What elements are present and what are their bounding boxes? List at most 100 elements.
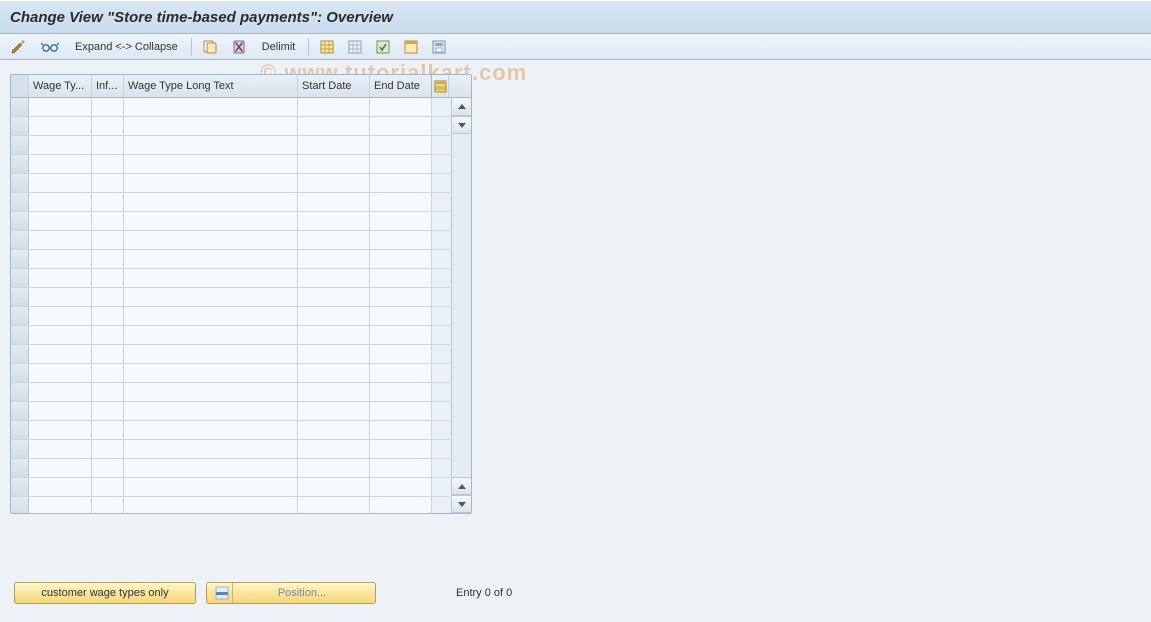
cell-wage-type-long-text[interactable]: [124, 193, 298, 211]
cell-start-date[interactable]: [298, 478, 370, 496]
cell-start-date[interactable]: [298, 250, 370, 268]
delimit-button[interactable]: Delimit: [255, 37, 303, 57]
cell-infotype[interactable]: [92, 98, 124, 116]
cell-wage-type[interactable]: [29, 288, 92, 306]
cell-start-date[interactable]: [298, 288, 370, 306]
cell-infotype[interactable]: [92, 440, 124, 458]
cell-wage-type-long-text[interactable]: [124, 459, 298, 477]
cell-infotype[interactable]: [92, 174, 124, 192]
cell-wage-type-long-text[interactable]: [124, 250, 298, 268]
cell-wage-type[interactable]: [29, 136, 92, 154]
cell-infotype[interactable]: [92, 212, 124, 230]
cell-wage-type[interactable]: [29, 155, 92, 173]
scroll-down-page-button[interactable]: [452, 495, 471, 513]
cell-infotype[interactable]: [92, 307, 124, 325]
cell-start-date[interactable]: [298, 136, 370, 154]
cell-start-date[interactable]: [298, 326, 370, 344]
cell-wage-type[interactable]: [29, 307, 92, 325]
cell-wage-type[interactable]: [29, 345, 92, 363]
col-header-start-date[interactable]: Start Date: [298, 75, 370, 97]
row-selector[interactable]: [11, 478, 29, 496]
cell-wage-type[interactable]: [29, 250, 92, 268]
other-view-button[interactable]: [36, 37, 64, 57]
cell-end-date[interactable]: [370, 250, 432, 268]
cell-end-date[interactable]: [370, 421, 432, 439]
row-selector[interactable]: [11, 421, 29, 439]
cell-end-date[interactable]: [370, 459, 432, 477]
cell-end-date[interactable]: [370, 383, 432, 401]
cell-infotype[interactable]: [92, 459, 124, 477]
row-selector[interactable]: [11, 98, 29, 116]
cell-wage-type-long-text[interactable]: [124, 174, 298, 192]
cell-infotype[interactable]: [92, 269, 124, 287]
position-button[interactable]: Position...: [206, 582, 376, 604]
cell-end-date[interactable]: [370, 193, 432, 211]
cell-wage-type[interactable]: [29, 402, 92, 420]
select-all-column-header[interactable]: [11, 75, 29, 97]
cell-end-date[interactable]: [370, 269, 432, 287]
cell-wage-type-long-text[interactable]: [124, 136, 298, 154]
action-button-2[interactable]: [399, 37, 423, 57]
cell-start-date[interactable]: [298, 345, 370, 363]
scroll-up-page-button[interactable]: [452, 477, 471, 495]
cell-start-date[interactable]: [298, 459, 370, 477]
scroll-down-button[interactable]: [452, 116, 471, 134]
cell-wage-type-long-text[interactable]: [124, 497, 298, 513]
cell-wage-type[interactable]: [29, 193, 92, 211]
cell-start-date[interactable]: [298, 421, 370, 439]
cell-wage-type[interactable]: [29, 231, 92, 249]
cell-infotype[interactable]: [92, 250, 124, 268]
expand-collapse-button[interactable]: Expand <-> Collapse: [68, 37, 185, 57]
row-selector[interactable]: [11, 326, 29, 344]
cell-wage-type-long-text[interactable]: [124, 231, 298, 249]
row-selector[interactable]: [11, 117, 29, 135]
cell-end-date[interactable]: [370, 136, 432, 154]
cell-wage-type-long-text[interactable]: [124, 383, 298, 401]
row-selector[interactable]: [11, 174, 29, 192]
cell-end-date[interactable]: [370, 98, 432, 116]
cell-wage-type[interactable]: [29, 98, 92, 116]
cell-end-date[interactable]: [370, 440, 432, 458]
cell-start-date[interactable]: [298, 212, 370, 230]
row-selector[interactable]: [11, 307, 29, 325]
cell-start-date[interactable]: [298, 231, 370, 249]
cell-wage-type[interactable]: [29, 497, 92, 513]
cell-infotype[interactable]: [92, 136, 124, 154]
cell-end-date[interactable]: [370, 364, 432, 382]
row-selector[interactable]: [11, 136, 29, 154]
cell-start-date[interactable]: [298, 117, 370, 135]
table-config-button[interactable]: [432, 75, 449, 97]
row-selector[interactable]: [11, 497, 29, 513]
cell-wage-type[interactable]: [29, 459, 92, 477]
cell-wage-type-long-text[interactable]: [124, 288, 298, 306]
cell-wage-type[interactable]: [29, 421, 92, 439]
cell-end-date[interactable]: [370, 307, 432, 325]
cell-start-date[interactable]: [298, 402, 370, 420]
cell-wage-type-long-text[interactable]: [124, 269, 298, 287]
row-selector[interactable]: [11, 269, 29, 287]
cell-wage-type[interactable]: [29, 212, 92, 230]
cell-infotype[interactable]: [92, 288, 124, 306]
row-selector[interactable]: [11, 345, 29, 363]
scroll-track[interactable]: [452, 134, 471, 477]
cell-end-date[interactable]: [370, 478, 432, 496]
cell-end-date[interactable]: [370, 326, 432, 344]
cell-infotype[interactable]: [92, 421, 124, 439]
cell-wage-type-long-text[interactable]: [124, 402, 298, 420]
row-selector[interactable]: [11, 250, 29, 268]
cell-start-date[interactable]: [298, 155, 370, 173]
cell-infotype[interactable]: [92, 155, 124, 173]
cell-infotype[interactable]: [92, 364, 124, 382]
cell-wage-type-long-text[interactable]: [124, 117, 298, 135]
cell-infotype[interactable]: [92, 478, 124, 496]
cell-wage-type-long-text[interactable]: [124, 478, 298, 496]
cell-end-date[interactable]: [370, 117, 432, 135]
cell-start-date[interactable]: [298, 383, 370, 401]
col-header-infotype[interactable]: Inf...: [92, 75, 124, 97]
cell-wage-type[interactable]: [29, 326, 92, 344]
toggle-display-change-button[interactable]: [6, 37, 32, 57]
cell-end-date[interactable]: [370, 212, 432, 230]
cell-wage-type-long-text[interactable]: [124, 155, 298, 173]
cell-wage-type-long-text[interactable]: [124, 326, 298, 344]
cell-end-date[interactable]: [370, 155, 432, 173]
